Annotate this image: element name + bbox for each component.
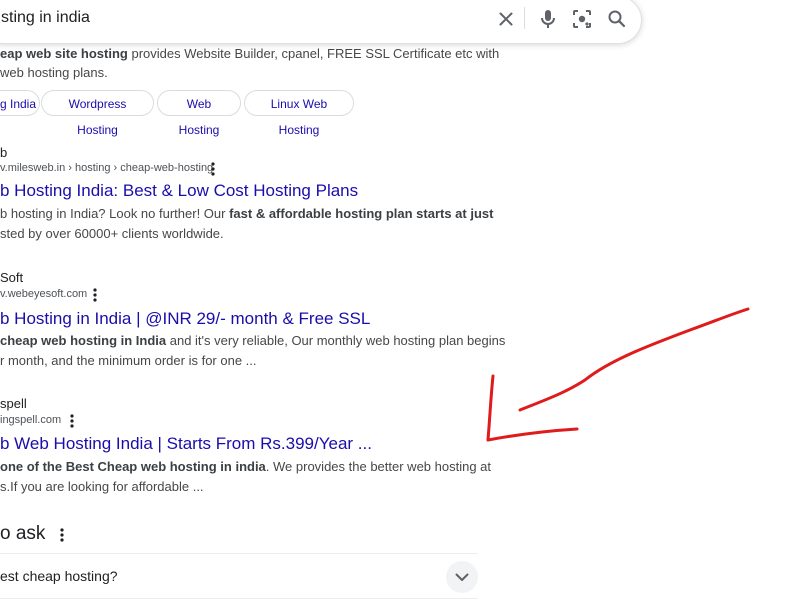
result-snippet-line1: cheap web hosting in India and it's very… — [0, 333, 506, 348]
result-snippet-line1: one of the Best Cheap web hosting in ind… — [0, 459, 492, 474]
result-snippet-line1: b hosting in India? Look no further! Our… — [0, 206, 494, 221]
search-bar — [0, 0, 642, 44]
result-snippet-line2: s.If you are looking for affordable ... — [0, 479, 204, 494]
more-options-icon[interactable] — [66, 412, 78, 430]
search-bar-divider — [524, 7, 525, 29]
close-icon[interactable] — [494, 7, 518, 31]
result-title-link[interactable]: b Hosting India: Best & Low Cost Hosting… — [0, 180, 358, 202]
more-options-icon[interactable] — [89, 286, 101, 304]
chevron-down-icon[interactable] — [446, 561, 478, 593]
search-results-page: eap web site hosting provides Website Bu… — [0, 0, 800, 600]
chip-hosting-india[interactable]: g India — [0, 90, 40, 116]
chip-linux-web-hosting[interactable]: Linux Web Hosting — [244, 90, 354, 137]
arrow-head-upper — [486, 374, 495, 442]
result-snippet-line2: r month, and the minimum order is for on… — [0, 353, 257, 368]
camera-lens-icon[interactable] — [570, 7, 594, 31]
chip-wordpress-hosting[interactable]: Wordpress Hosting — [41, 90, 154, 137]
result-url[interactable]: v.milesweb.in › hosting › cheap-web-host… — [0, 162, 213, 174]
chip-web-hosting[interactable]: Web Hosting — [157, 90, 241, 137]
result-url[interactable]: v.webeyesoft.com — [0, 288, 87, 300]
people-also-ask-heading: o ask — [0, 523, 46, 544]
microphone-icon[interactable] — [536, 7, 560, 31]
search-icon[interactable] — [605, 7, 629, 31]
more-options-icon[interactable] — [207, 160, 219, 178]
top-snippet-line2: web hosting plans. — [0, 65, 108, 80]
paa-question[interactable]: est cheap hosting? — [0, 568, 118, 584]
arrow-stroke — [518, 307, 750, 412]
result-site-name: b — [0, 145, 8, 160]
result-title-link[interactable]: b Web Hosting India | Starts From Rs.399… — [0, 433, 372, 455]
result-url[interactable]: ingspell.com — [0, 414, 61, 426]
paa-divider — [0, 553, 478, 554]
result-site-name: spell — [0, 396, 27, 411]
more-options-icon[interactable] — [56, 526, 68, 544]
paa-divider — [0, 598, 478, 599]
result-title-link[interactable]: b Hosting in India | @INR 29/- month & F… — [0, 308, 370, 330]
arrow-head-lower — [486, 427, 579, 442]
result-site-name: Soft — [0, 270, 24, 285]
search-input[interactable] — [1, 3, 461, 33]
top-snippet-line1: eap web site hosting provides Website Bu… — [0, 46, 500, 61]
result-snippet-line2: sted by over 60000+ clients worldwide. — [0, 226, 224, 241]
